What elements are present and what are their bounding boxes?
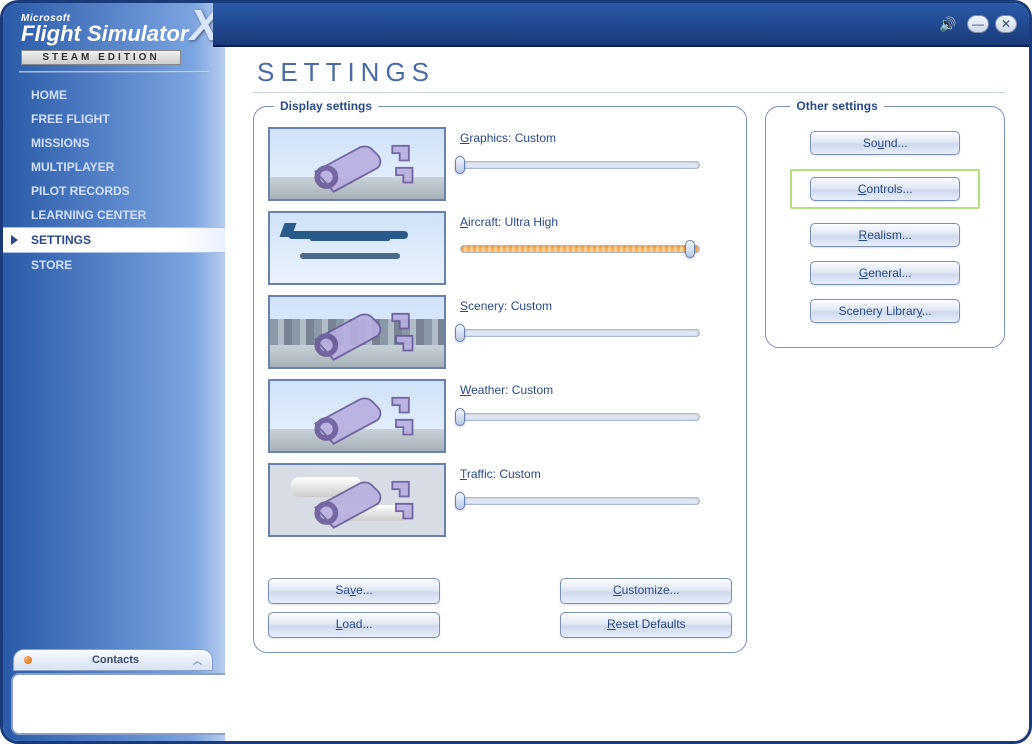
other-settings-legend: Other settings xyxy=(790,99,883,113)
logo-separator xyxy=(19,71,209,73)
slider-track xyxy=(460,497,700,505)
sidebar-item-store[interactable]: STORE xyxy=(3,253,225,277)
weather-slider-label: Weather: Custom xyxy=(460,383,732,397)
scenery-thumbnail[interactable] xyxy=(268,295,446,369)
panels-row: Display settings Graphics: Custom Aircraf… xyxy=(253,99,1005,653)
slider-track xyxy=(460,161,700,169)
controls-highlight: Controls... xyxy=(790,169,980,209)
sidebar-item-settings[interactable]: SETTINGS xyxy=(3,227,225,253)
graphics-thumbnail[interactable] xyxy=(268,127,446,201)
traffic-thumbnail[interactable] xyxy=(268,463,446,537)
logo-edition: STEAM EDITION xyxy=(21,50,181,65)
traffic-slider-label: Traffic: Custom xyxy=(460,467,732,481)
weather-thumbnail[interactable] xyxy=(268,379,446,453)
sidebar-item-pilot-records[interactable]: PILOT RECORDS xyxy=(3,179,225,203)
slider-track xyxy=(460,329,700,337)
sidebar-item-learning-center[interactable]: LEARNING CENTER xyxy=(3,203,225,227)
contacts-bar[interactable]: Contacts ︿ xyxy=(13,649,213,671)
weather-slider[interactable] xyxy=(460,407,700,425)
reset-defaults-button[interactable]: Reset Defaults xyxy=(560,612,732,638)
aircraft-slider[interactable] xyxy=(460,239,700,257)
scenery-slider-label: Scenery: Custom xyxy=(460,299,732,313)
customize-button[interactable]: Customize... xyxy=(560,578,732,604)
wrench-icon xyxy=(308,137,418,195)
titlebar: 🔊 — ✕ xyxy=(213,3,1029,47)
controls-button[interactable]: Controls... xyxy=(810,177,960,201)
app-window: Microsoft Flight Simulator X STEAM EDITI… xyxy=(0,0,1032,744)
scenery-library-button[interactable]: Scenery Library... xyxy=(810,299,960,323)
scenery-setting-row: Scenery: Custom xyxy=(268,295,732,369)
wrench-icon xyxy=(308,473,418,531)
aircraft-setting-row: Aircraft: Ultra High xyxy=(268,211,732,285)
close-button[interactable]: ✕ xyxy=(995,15,1017,33)
sidebar-item-free-flight[interactable]: FREE FLIGHT xyxy=(3,107,225,131)
display-bottom-buttons: Save... Customize... Load... Reset Defau… xyxy=(268,578,732,638)
minimize-button[interactable]: — xyxy=(967,15,989,33)
slider-knob[interactable] xyxy=(455,324,465,342)
save-button[interactable]: Save... xyxy=(268,578,440,604)
content-area: SETTINGS Display settings Graphics: Cust… xyxy=(225,47,1029,741)
load-button[interactable]: Load... xyxy=(268,612,440,638)
aircraft-slider-label: Aircraft: Ultra High xyxy=(460,215,732,229)
slider-knob[interactable] xyxy=(455,492,465,510)
graphics-slider[interactable] xyxy=(460,155,700,173)
sound-button[interactable]: Sound... xyxy=(810,131,960,155)
graphics-setting-row: Graphics: Custom xyxy=(268,127,732,201)
page-title: SETTINGS xyxy=(253,55,1005,93)
chevron-up-icon: ︿ xyxy=(193,654,202,667)
wrench-icon xyxy=(308,305,418,363)
slider-knob[interactable] xyxy=(455,408,465,426)
slider-track xyxy=(460,413,700,421)
display-settings-legend: Display settings xyxy=(274,99,378,113)
weather-setting-row: Weather: Custom xyxy=(268,379,732,453)
slider-knob[interactable] xyxy=(455,156,465,174)
realism-button[interactable]: Realism... xyxy=(810,223,960,247)
slider-knob[interactable] xyxy=(685,240,695,258)
contacts-label: Contacts xyxy=(38,654,193,666)
volume-icon[interactable]: 🔊 xyxy=(939,15,957,33)
sidebar-item-missions[interactable]: MISSIONS xyxy=(3,131,225,155)
traffic-slider[interactable] xyxy=(460,491,700,509)
logo-title: Flight Simulator X xyxy=(21,24,211,44)
slider-track xyxy=(460,245,700,253)
sidebar: Microsoft Flight Simulator X STEAM EDITI… xyxy=(3,3,225,741)
sidebar-item-multiplayer[interactable]: MULTIPLAYER xyxy=(3,155,225,179)
traffic-setting-row: Traffic: Custom xyxy=(268,463,732,537)
scenery-slider[interactable] xyxy=(460,323,700,341)
aircraft-thumbnail[interactable] xyxy=(268,211,446,285)
display-settings-panel: Display settings Graphics: Custom Aircraf… xyxy=(253,99,747,653)
other-settings-list: Sound... Controls... Realism... General... S… xyxy=(784,131,986,323)
general-button[interactable]: General... xyxy=(810,261,960,285)
app-logo: Microsoft Flight Simulator X STEAM EDITI… xyxy=(3,7,225,67)
graphics-slider-label: Graphics: Custom xyxy=(460,131,732,145)
status-dot-icon xyxy=(24,656,32,664)
sidebar-nav: HOMEFREE FLIGHTMISSIONSMULTIPLAYERPILOT … xyxy=(3,79,225,281)
wrench-icon xyxy=(308,389,418,447)
sidebar-item-home[interactable]: HOME xyxy=(3,83,225,107)
other-settings-panel: Other settings Sound... Controls... Realis… xyxy=(765,99,1005,348)
